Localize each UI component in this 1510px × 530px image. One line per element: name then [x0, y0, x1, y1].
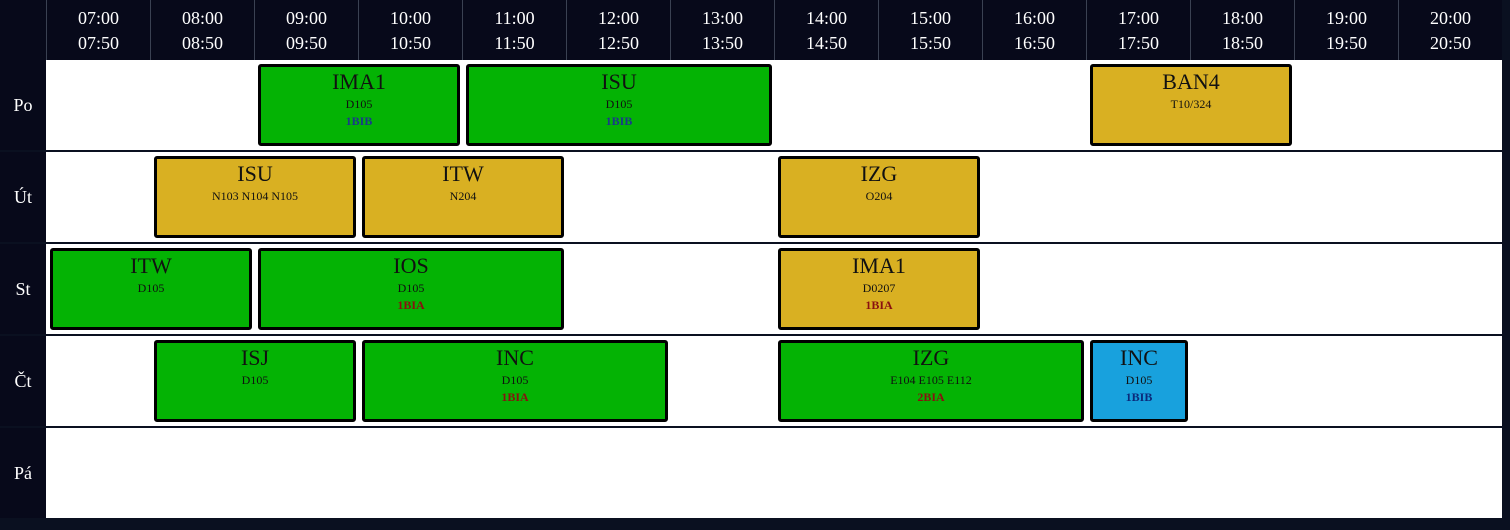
- day-label: St: [0, 244, 46, 334]
- hour-end: 19:50: [1325, 33, 1367, 53]
- course-room: D105: [397, 281, 425, 295]
- day-label: Čt: [0, 336, 46, 426]
- course-subject: ITW: [442, 161, 484, 186]
- course-subject: IMA1: [852, 253, 906, 278]
- hour-start: 09:00: [285, 8, 327, 28]
- day-label: Út: [0, 152, 46, 242]
- hour-header: 20:00 20:50: [1398, 0, 1502, 60]
- course-subject: INC: [496, 345, 534, 370]
- hour-header: 08:00 08:50: [150, 0, 254, 60]
- course-subject: ISJ: [240, 345, 270, 370]
- course-group: 1BIA: [397, 298, 425, 312]
- course-room: T10/324: [1170, 97, 1212, 111]
- course-subject: IMA1: [332, 69, 386, 94]
- hour-start: 18:00: [1221, 8, 1263, 28]
- course-room: O204: [865, 189, 893, 203]
- hour-end: 15:50: [909, 33, 951, 53]
- day-label: Po: [0, 60, 46, 150]
- course-subject: IZG: [860, 161, 898, 186]
- hour-start: 13:00: [701, 8, 743, 28]
- course-group: 1BIA: [865, 298, 893, 312]
- timetable: 07:00 07:50 08:00 08:50 09:00 09:50 10:00 10:50…: [0, 0, 1510, 530]
- hour-start: 15:00: [909, 8, 951, 28]
- hour-end: 16:50: [1013, 33, 1055, 53]
- course-group: 1BIB: [345, 114, 373, 128]
- day-label: Pá: [0, 428, 46, 518]
- course-subject: INC: [1120, 345, 1158, 370]
- hour-start: 19:00: [1325, 8, 1367, 28]
- course-block[interactable]: IMA1 D105 1BIB: [258, 64, 460, 146]
- hour-end: 13:50: [701, 33, 743, 53]
- hour-header: 10:00 10:50: [358, 0, 462, 60]
- course-group: 1BIA: [501, 390, 529, 404]
- hour-start: 14:00: [805, 8, 847, 28]
- header-corner: [0, 0, 46, 60]
- hour-start: 07:00: [77, 8, 119, 28]
- hour-header: 14:00 14:50: [774, 0, 878, 60]
- hour-end: 09:50: [285, 33, 327, 53]
- course-room: D105: [605, 97, 633, 111]
- hour-start: 20:00: [1429, 8, 1471, 28]
- course-block[interactable]: ISU N103 N104 N105: [154, 156, 356, 238]
- hour-end: 07:50: [77, 33, 119, 53]
- course-room: D105: [1125, 373, 1153, 387]
- hour-end: 17:50: [1117, 33, 1159, 53]
- course-block[interactable]: IOS D105 1BIA: [258, 248, 564, 330]
- course-subject: ITW: [130, 253, 172, 278]
- hour-header: 16:00 16:50: [982, 0, 1086, 60]
- course-group: 1BIB: [605, 114, 633, 128]
- course-block[interactable]: IMA1 D0207 1BIA: [778, 248, 980, 330]
- course-block[interactable]: IZG E104 E105 E112 2BIA: [778, 340, 1084, 422]
- course-block[interactable]: ISJ D105: [154, 340, 356, 422]
- course-room: N103 N104 N105: [212, 189, 298, 203]
- hour-start: 16:00: [1013, 8, 1055, 28]
- hour-header: 13:00 13:50: [670, 0, 774, 60]
- course-room: D105: [345, 97, 373, 111]
- hour-end: 10:50: [389, 33, 431, 53]
- hour-header: 17:00 17:50: [1086, 0, 1190, 60]
- course-room: D105: [501, 373, 529, 387]
- hour-header: 19:00 19:50: [1294, 0, 1398, 60]
- course-subject: ISU: [237, 161, 273, 186]
- course-group: 2BIA: [917, 390, 945, 404]
- hour-header: 11:00 11:50: [462, 0, 566, 60]
- course-block[interactable]: ITW D105: [50, 248, 252, 330]
- hour-start: 10:00: [389, 8, 431, 28]
- hour-header: 07:00 07:50: [46, 0, 150, 60]
- day-row: [46, 428, 1502, 518]
- hour-header: 12:00 12:50: [566, 0, 670, 60]
- hour-end: 08:50: [181, 33, 223, 53]
- course-subject: ISU: [601, 69, 637, 94]
- course-room: D105: [137, 281, 165, 295]
- course-block[interactable]: INC D105 1BIB: [1090, 340, 1188, 422]
- course-block[interactable]: BAN4 T10/324: [1090, 64, 1292, 146]
- hour-start: 11:00: [494, 8, 535, 28]
- hour-end: 14:50: [805, 33, 847, 53]
- hour-end: 18:50: [1221, 33, 1263, 53]
- course-room: N204: [449, 189, 477, 203]
- course-room: D0207: [862, 281, 896, 295]
- hour-end: 12:50: [597, 33, 639, 53]
- hour-header: 18:00 18:50: [1190, 0, 1294, 60]
- hour-start: 17:00: [1117, 8, 1159, 28]
- hour-header: 09:00 09:50: [254, 0, 358, 60]
- hour-start: 08:00: [181, 8, 223, 28]
- course-block[interactable]: IZG O204: [778, 156, 980, 238]
- course-room: E104 E105 E112: [890, 373, 972, 387]
- course-subject: BAN4: [1162, 69, 1220, 94]
- course-subject: IOS: [393, 253, 429, 278]
- course-subject: IZG: [912, 345, 950, 370]
- course-room: D105: [241, 373, 269, 387]
- hour-end: 20:50: [1429, 33, 1471, 53]
- course-block[interactable]: ISU D105 1BIB: [466, 64, 772, 146]
- course-block[interactable]: INC D105 1BIA: [362, 340, 668, 422]
- course-group: 1BIB: [1125, 390, 1153, 404]
- hour-header: 15:00 15:50: [878, 0, 982, 60]
- hour-start: 12:00: [597, 8, 639, 28]
- course-block[interactable]: ITW N204: [362, 156, 564, 238]
- hour-end: 11:50: [494, 33, 535, 53]
